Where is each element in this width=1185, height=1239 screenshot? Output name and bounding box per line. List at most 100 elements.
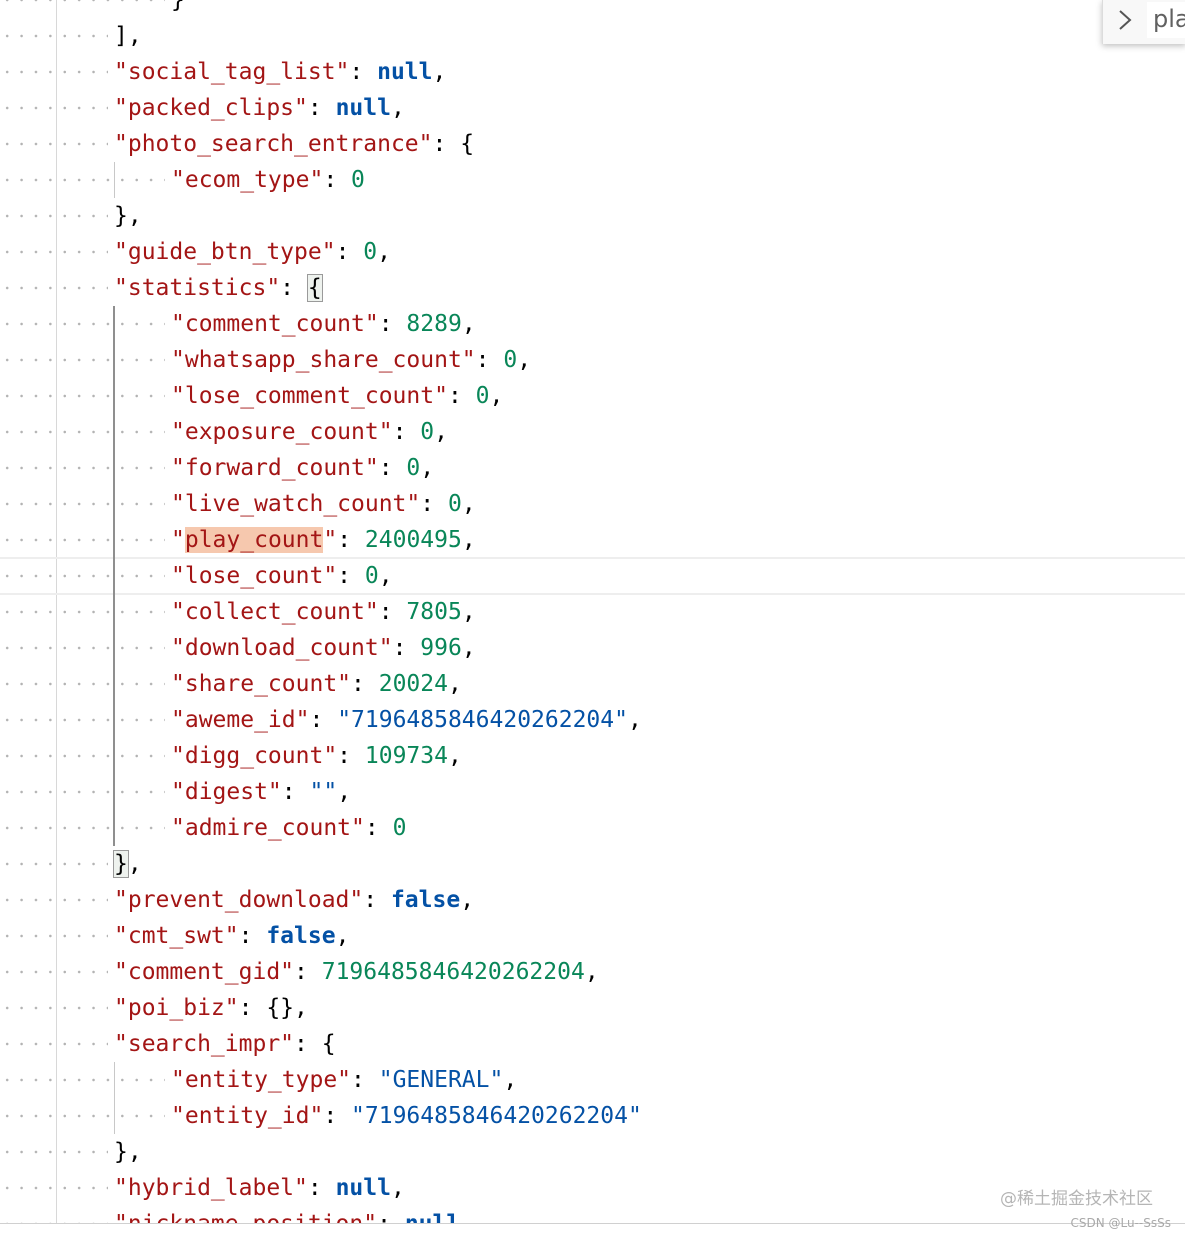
token: null — [405, 1211, 460, 1223]
code-line[interactable]: "download_count": 996, — [0, 630, 1185, 666]
token: "guide_btn_type" — [114, 239, 336, 265]
json-editor[interactable]: }], "social_tag_list": null, "packed_clips… — [0, 0, 1185, 1223]
line-code: "photo_search_entrance": { — [114, 126, 474, 162]
search-match: play_count — [184, 527, 324, 553]
whitespace-dots — [0, 990, 108, 1026]
code-line[interactable]: "admire_count": 0 — [0, 810, 1185, 846]
whitespace-dots — [0, 234, 108, 270]
code-line[interactable]: }, — [0, 846, 1185, 882]
token: : — [392, 419, 421, 445]
watermark-juejin: @稀土掘金技术社区 — [1000, 1189, 1153, 1209]
code-line[interactable]: ], — [0, 18, 1185, 54]
code-line[interactable]: "search_impr": { — [0, 1026, 1185, 1062]
whitespace-dots — [0, 1062, 165, 1098]
whitespace-dots — [0, 378, 165, 414]
indent-guide-search-impr — [114, 1062, 115, 1134]
token: , — [335, 923, 350, 949]
whitespace-dots — [0, 414, 165, 450]
token: "comment_count" — [171, 311, 379, 337]
token: : — [337, 743, 365, 769]
token: "entity_id" — [171, 1103, 324, 1129]
token: " — [323, 527, 338, 553]
whitespace-dots — [0, 666, 165, 702]
code-line[interactable]: "play_count": 2400495, — [0, 522, 1185, 558]
line-code: "entity_id": "7196485846420262204" — [171, 1098, 642, 1134]
line-code: "social_tag_list": null, — [114, 54, 446, 90]
watermark-csdn: CSDN @Lu--SsSs — [1070, 1216, 1171, 1230]
line-code: ], — [114, 18, 142, 54]
line-code: "statistics": { — [114, 270, 323, 306]
chevron-right-icon[interactable] — [1109, 0, 1141, 40]
line-code: "live_watch_count": 0, — [171, 486, 476, 522]
token: "forward_count" — [171, 455, 379, 481]
code-line[interactable]: "lose_count": 0, — [0, 558, 1185, 594]
code-line[interactable]: "social_tag_list": null, — [0, 54, 1185, 90]
token: "comment_gid" — [114, 959, 295, 985]
code-line[interactable]: "digg_count": 109734, — [0, 738, 1185, 774]
bottom-edge — [0, 1223, 1185, 1239]
token: : — [307, 95, 336, 121]
code-line[interactable]: "entity_type": "GENERAL", — [0, 1062, 1185, 1098]
code-line[interactable]: "photo_search_entrance": { — [0, 126, 1185, 162]
code-line[interactable]: "prevent_download": false, — [0, 882, 1185, 918]
whitespace-dots — [0, 1098, 165, 1134]
token: , — [434, 419, 448, 445]
code-line[interactable]: }, — [0, 198, 1185, 234]
token: "lose_comment_count" — [171, 383, 448, 409]
code-line[interactable]: "poi_biz": {}, — [0, 990, 1185, 1026]
code-line[interactable]: "comment_count": 8289, — [0, 306, 1185, 342]
code-line[interactable]: "aweme_id": "7196485846420262204", — [0, 702, 1185, 738]
whitespace-dots — [0, 810, 165, 846]
whitespace-dots — [0, 738, 165, 774]
code-line[interactable]: "whatsapp_share_count": 0, — [0, 342, 1185, 378]
code-line[interactable]: "collect_count": 7805, — [0, 594, 1185, 630]
code-line[interactable]: "statistics": { — [0, 270, 1185, 306]
code-line[interactable]: "lose_comment_count": 0, — [0, 378, 1185, 414]
code-line[interactable]: "entity_id": "7196485846420262204" — [0, 1098, 1185, 1134]
token: : — [392, 635, 421, 661]
token: : — [349, 59, 378, 85]
token: 0 — [406, 455, 421, 481]
token: , — [627, 707, 642, 733]
token: : { — [294, 1031, 336, 1057]
line-code: "cmt_swt": false, — [114, 918, 349, 954]
token: null — [335, 95, 391, 121]
token: , — [377, 239, 391, 265]
code-line[interactable]: "ecom_type": 0 — [0, 162, 1185, 198]
code-line[interactable]: "live_watch_count": 0, — [0, 486, 1185, 522]
line-code: } — [171, 0, 185, 18]
code-line[interactable]: "cmt_swt": false, — [0, 918, 1185, 954]
code-line[interactable]: "guide_btn_type": 0, — [0, 234, 1185, 270]
matched-bracket: } — [113, 850, 129, 878]
token: {}, — [266, 995, 308, 1021]
find-input[interactable]: pla — [1147, 2, 1185, 38]
token: : — [238, 995, 267, 1021]
token: "social_tag_list" — [114, 59, 350, 85]
line-code: "whatsapp_share_count": 0, — [171, 342, 531, 378]
whitespace-dots — [0, 630, 165, 666]
code-line[interactable]: "share_count": 20024, — [0, 666, 1185, 702]
line-code: }, — [113, 846, 142, 882]
token: , — [584, 959, 599, 985]
token: , — [517, 347, 532, 373]
code-line[interactable]: "forward_count": 0, — [0, 450, 1185, 486]
whitespace-dots — [0, 342, 165, 378]
line-code: "lose_count": 0, — [171, 558, 393, 594]
code-line[interactable]: "packed_clips": null, — [0, 90, 1185, 126]
token: : — [307, 1175, 336, 1201]
code-line[interactable]: "digest": "", — [0, 774, 1185, 810]
line-code: "entity_type": "GENERAL", — [171, 1062, 517, 1098]
token: 7805 — [406, 599, 462, 625]
whitespace-dots — [0, 162, 165, 198]
code-line[interactable]: } — [0, 0, 1185, 18]
token: 0 — [363, 239, 378, 265]
whitespace-dots — [0, 1134, 108, 1170]
token: : — [378, 455, 407, 481]
code-line[interactable]: }, — [0, 1134, 1185, 1170]
code-line[interactable]: "comment_gid": 7196485846420262204, — [0, 954, 1185, 990]
token: , — [420, 455, 435, 481]
code-line[interactable]: "exposure_count": 0, — [0, 414, 1185, 450]
token: : — [309, 707, 338, 733]
whitespace-dots — [0, 954, 108, 990]
line-code: "forward_count": 0, — [171, 450, 434, 486]
